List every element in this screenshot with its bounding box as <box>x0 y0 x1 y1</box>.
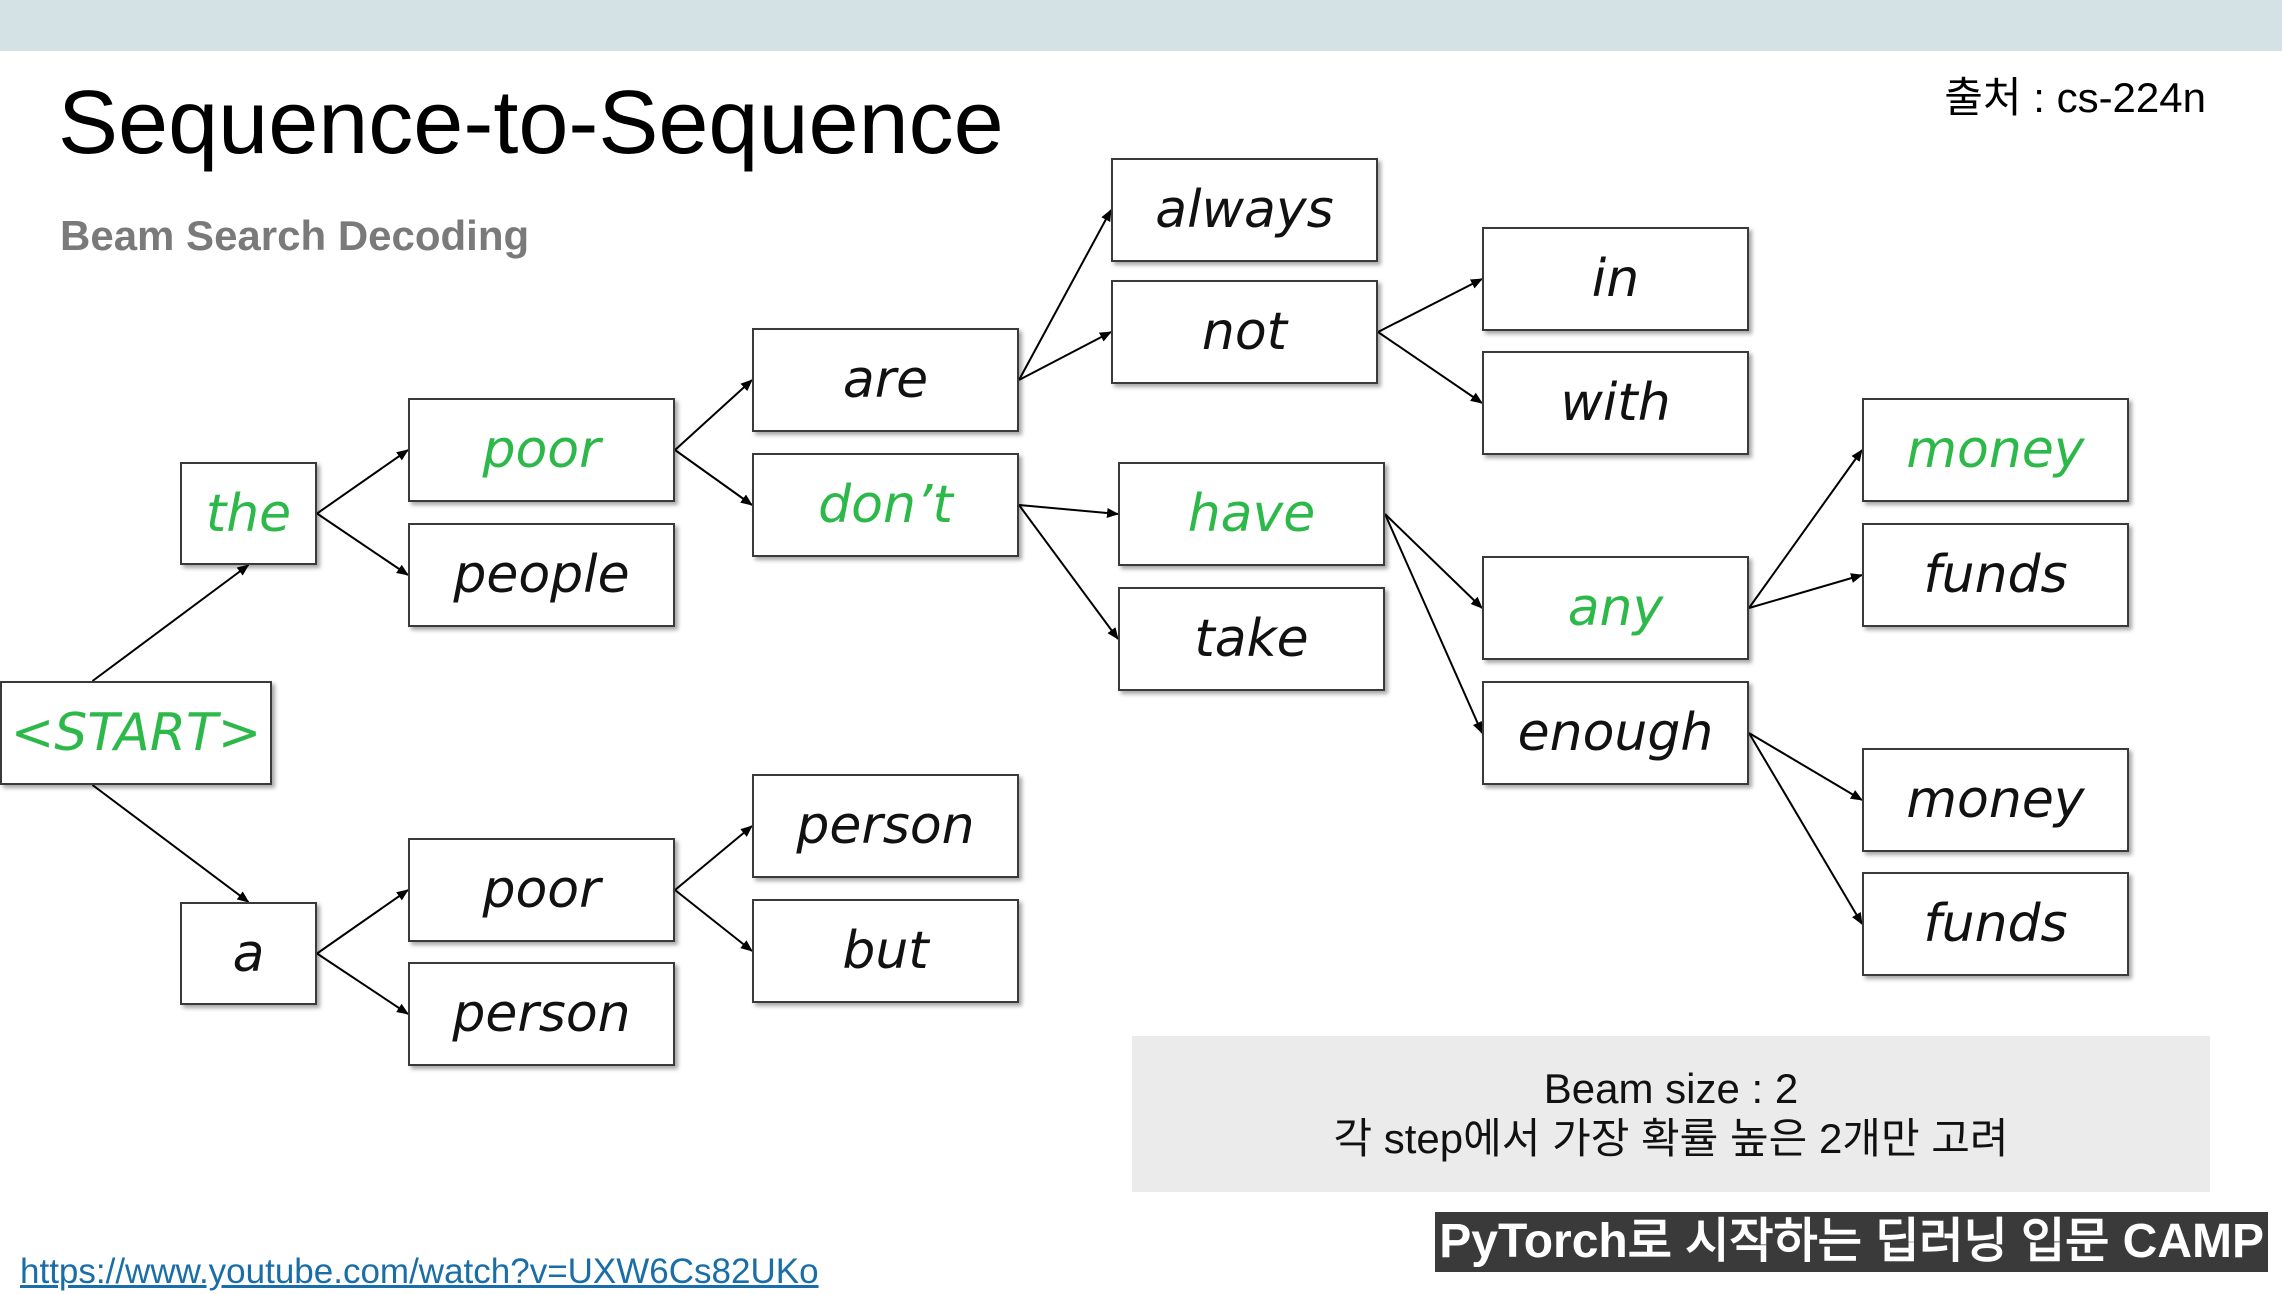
node-have: have <box>1118 462 1385 566</box>
node-poor-1: poor <box>408 398 675 502</box>
node-always: always <box>1111 158 1378 262</box>
youtube-link[interactable]: https://www.youtube.com/watch?v=UXW6Cs82… <box>20 1252 819 1292</box>
edge-enough-to-money_2 <box>1748 732 1863 801</box>
edge-poor_2-to-person_2 <box>674 825 753 891</box>
note-line-1: Beam size : 2 <box>1543 1065 1799 1112</box>
node-not: not <box>1111 280 1378 384</box>
edge-start-to-the <box>91 564 250 682</box>
node-take: take <box>1118 587 1385 691</box>
edge-a-to-poor_2 <box>316 889 409 955</box>
node-person-2: person <box>752 774 1019 878</box>
node-money-1: money <box>1862 398 2129 502</box>
edge-a-to-person_1 <box>316 952 409 1015</box>
node-enough: enough <box>1482 681 1749 785</box>
node-but: but <box>752 899 1019 1003</box>
edge-dont-to-take <box>1018 504 1119 640</box>
node-start: <START> <box>0 681 272 785</box>
node-dont: don’t <box>752 453 1019 557</box>
node-money-2: money <box>1862 748 2129 852</box>
edge-dont-to-have <box>1018 504 1119 518</box>
node-the: the <box>180 462 317 565</box>
node-a: a <box>180 902 317 1005</box>
edge-start-to-a <box>91 784 250 903</box>
note-line-2: 각 step에서 가장 확률 높은 2개만 고려 <box>1333 1115 2009 1162</box>
node-funds-2: funds <box>1862 872 2129 976</box>
edge-have-to-enough <box>1384 513 1483 734</box>
edge-not-to-with <box>1377 331 1483 404</box>
node-funds-1: funds <box>1862 523 2129 627</box>
edge-poor_1-to-are <box>674 379 753 451</box>
node-in: in <box>1482 227 1749 331</box>
edge-poor_1-to-dont <box>674 449 753 506</box>
edge-the-to-poor_1 <box>316 449 409 515</box>
course-badge: PyTorch로 시작하는 딥러닝 입문 CAMP <box>1435 1212 2268 1272</box>
node-with: with <box>1482 351 1749 455</box>
edge-any-to-funds_1 <box>1748 573 1863 609</box>
edge-are-to-always <box>1018 209 1112 381</box>
beam-size-note: Beam size : 2 각 step에서 가장 확률 높은 2개만 고려 <box>1132 1036 2210 1192</box>
node-any: any <box>1482 556 1749 660</box>
edge-the-to-people <box>316 512 409 576</box>
edge-poor_2-to-but <box>674 889 753 952</box>
edge-have-to-any <box>1384 513 1483 609</box>
edge-not-to-in <box>1377 278 1483 333</box>
node-person-1: person <box>408 962 675 1066</box>
node-people: people <box>408 523 675 627</box>
node-poor-2: poor <box>408 838 675 942</box>
node-are: are <box>752 328 1019 432</box>
edge-any-to-money_1 <box>1748 449 1863 609</box>
edge-enough-to-funds_2 <box>1748 732 1863 925</box>
